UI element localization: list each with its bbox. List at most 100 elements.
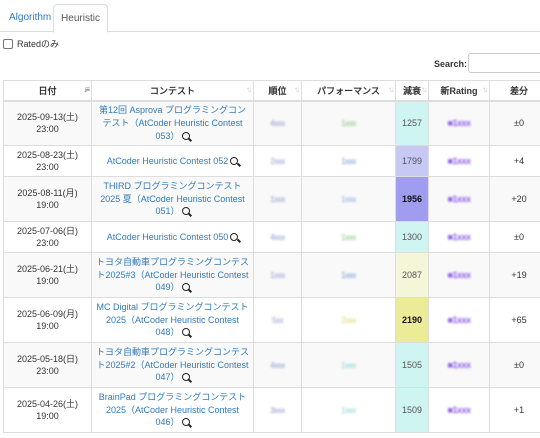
diff-cell: +19 (489, 252, 540, 298)
contest-link[interactable]: トヨタ自動車プログラミングコンテスト2025#3（AtCoder Heurist… (96, 257, 249, 292)
date-cell: 2025-09-13(土) 23:00 (3, 100, 92, 146)
diff-cell: +20 (489, 176, 540, 222)
table-row: 2025-04-26(土) 19:00 BrainPad プログラミングコンテスト … (3, 387, 540, 433)
diff-cell: ±0 (489, 100, 540, 146)
new-rating-cell: ■1xxx (428, 176, 490, 222)
search-icon[interactable] (181, 373, 190, 382)
column-header-label: 新Rating (440, 85, 478, 96)
new-rating-value: ■1xxx (447, 118, 471, 129)
performance-cell: 1xxx (301, 252, 396, 298)
search-icon[interactable] (181, 131, 190, 140)
time-text: 23:00 (36, 366, 59, 376)
rank-value[interactable]: 5xx (272, 316, 283, 325)
table-row: 2025-06-09(月) 19:00 MC Digital プログラミングコンテス… (3, 297, 540, 343)
column-header-contest[interactable]: コンテスト ↑↓ (91, 80, 254, 102)
date-text: 2025-06-21(土) (16, 264, 79, 274)
contest-link[interactable]: AtCoder Heuristic Contest 050 (107, 232, 229, 242)
search-icon[interactable] (230, 156, 239, 165)
time-text: 19:00 (36, 411, 59, 421)
date-text: 2025-07-06(日) (16, 226, 79, 236)
rank-value[interactable]: 3xxx (270, 406, 285, 415)
performance-value: 1xxx (341, 157, 356, 166)
performance-value: 1xxx (341, 406, 356, 415)
rated-only-checkbox[interactable] (3, 38, 13, 49)
search-icon[interactable] (181, 418, 190, 427)
rank-value[interactable]: 1xxx (270, 271, 285, 280)
diff-cell: +65 (489, 297, 540, 343)
contest-link[interactable]: BrainPad プログラミングコンテスト 2025（AtCoder Heuri… (99, 392, 247, 427)
search-icon[interactable] (181, 283, 190, 292)
search-icon[interactable] (230, 232, 239, 241)
performance-cell: 1xxx (301, 100, 396, 146)
performance-value: 1xxx (341, 119, 356, 129)
column-header-date[interactable]: 日付 ↓≡ (3, 80, 92, 102)
search-icon[interactable] (181, 328, 190, 337)
rated-only-filter[interactable]: Ratedのみ (3, 37, 59, 50)
contest-link[interactable]: THIRD プログラミングコンテスト 2025 夏（AtCoder Heuris… (100, 181, 245, 216)
date-cell: 2025-07-06(日) 23:00 (3, 221, 92, 253)
sort-icon: ↑↓ (482, 85, 488, 94)
rank-value[interactable]: 2xxx (270, 157, 285, 166)
date-text: 2025-09-13(土) (16, 112, 79, 123)
date-cell: 2025-05-18(日) 23:00 (3, 342, 92, 388)
rank-value[interactable]: 1xxx (270, 195, 285, 204)
table-row: 2025-07-06(日) 23:00 AtCoder Heuristic Cont… (3, 221, 540, 253)
contest-cell: THIRD プログラミングコンテスト 2025 夏（AtCoder Heuris… (91, 176, 254, 222)
column-header-label: コンテスト (149, 85, 195, 96)
performance-cell: 1xxx (301, 176, 396, 222)
search-icon[interactable] (181, 207, 190, 216)
new-rating-cell: ■1xxx (428, 297, 490, 343)
tab-algorithm[interactable]: Algorithm (1, 4, 59, 33)
new-rating-value: ■1xxx (447, 270, 471, 280)
contest-cell: BrainPad プログラミングコンテスト 2025（AtCoder Heuri… (91, 387, 254, 433)
rank-value[interactable]: 4xxx (270, 233, 285, 242)
sort-icon: ↑↓ (294, 85, 300, 94)
new-rating-cell: ■1xxx (428, 100, 490, 146)
new-rating-value: ■1xxx (447, 232, 471, 242)
performance-value: 2xxx (341, 316, 356, 325)
performance-value: 1xxx (341, 361, 356, 370)
tab-heuristic[interactable]: Heuristic (53, 4, 108, 33)
performance-cell: 2xxx (301, 297, 396, 343)
column-header-diff[interactable]: 差分↑↓ (489, 80, 540, 102)
diff-cell: +1 (489, 387, 540, 433)
performance-value: 1xxx (341, 271, 356, 280)
performance-cell: 1xxx (301, 342, 396, 388)
time-text: 19:00 (36, 276, 59, 286)
rank-value[interactable]: 4xxx (270, 119, 285, 128)
new-rating-cell: ■1xxx (428, 342, 490, 388)
date-cell: 2025-06-21(土) 19:00 (3, 252, 92, 298)
column-header-label: 減衰 (402, 85, 421, 96)
rank-cell: 4xxx (253, 342, 302, 388)
performance-cell: 1xxx (301, 387, 396, 433)
contest-history-table: 日付↓≡コンテスト↑↓順位↑↓パフォーマンス↑↓減衰↑↓新Rating↑↓差分↑… (3, 80, 540, 433)
new-rating-value: ■1xxx (447, 194, 471, 204)
column-header-rank[interactable]: 順位 ↑↓ (253, 80, 302, 102)
decay-cell: 2087 (395, 252, 429, 298)
contest-link[interactable]: 第12回 Asprova プログラミングコンテスト（AtCoder Heuris… (99, 105, 246, 140)
performance-value: 1xxx (341, 195, 356, 204)
table-row: 2025-06-21(土) 19:00 トヨタ自動車プログラミングコンテスト2025… (3, 252, 540, 298)
column-header-decay[interactable]: 減衰 ↑↓ (395, 80, 429, 102)
decay-cell: 1505 (395, 342, 429, 388)
rank-value[interactable]: 4xxx (270, 361, 285, 370)
contest-link[interactable]: AtCoder Heuristic Contest 052 (107, 156, 229, 166)
performance-cell: 1xxx (301, 145, 396, 177)
date-text: 2025-05-18(日) (16, 354, 79, 364)
new-rating-value: ■1xxx (447, 315, 471, 325)
contest-link[interactable]: トヨタ自動車プログラミングコンテスト2025#2（AtCoder Heurist… (96, 347, 249, 382)
column-header-label: 順位 (268, 85, 287, 96)
search-input[interactable] (468, 53, 540, 73)
contest-cell: AtCoder Heuristic Contest 052 (91, 145, 254, 177)
column-header-performance[interactable]: パフォーマンス ↑↓ (301, 80, 396, 102)
search-label: Search: (434, 59, 468, 69)
contest-cell: AtCoder Heuristic Contest 050 (91, 221, 254, 253)
table-row: 2025-08-23(土) 23:00 AtCoder Heuristic Cont… (3, 145, 540, 177)
contest-link[interactable]: MC Digital プログラミングコンテスト2025（AtCoder Heur… (96, 302, 248, 337)
decay-cell: 1300 (395, 221, 429, 253)
contest-type-tabs: Algorithm Heuristic (0, 0, 540, 33)
date-cell: 2025-08-11(月) 19:00 (3, 176, 92, 222)
new-rating-cell: ■1xxx (428, 387, 490, 433)
contest-cell: 第12回 Asprova プログラミングコンテスト（AtCoder Heuris… (91, 100, 254, 146)
column-header-new-rating[interactable]: 新Rating ↑↓ (428, 80, 490, 102)
